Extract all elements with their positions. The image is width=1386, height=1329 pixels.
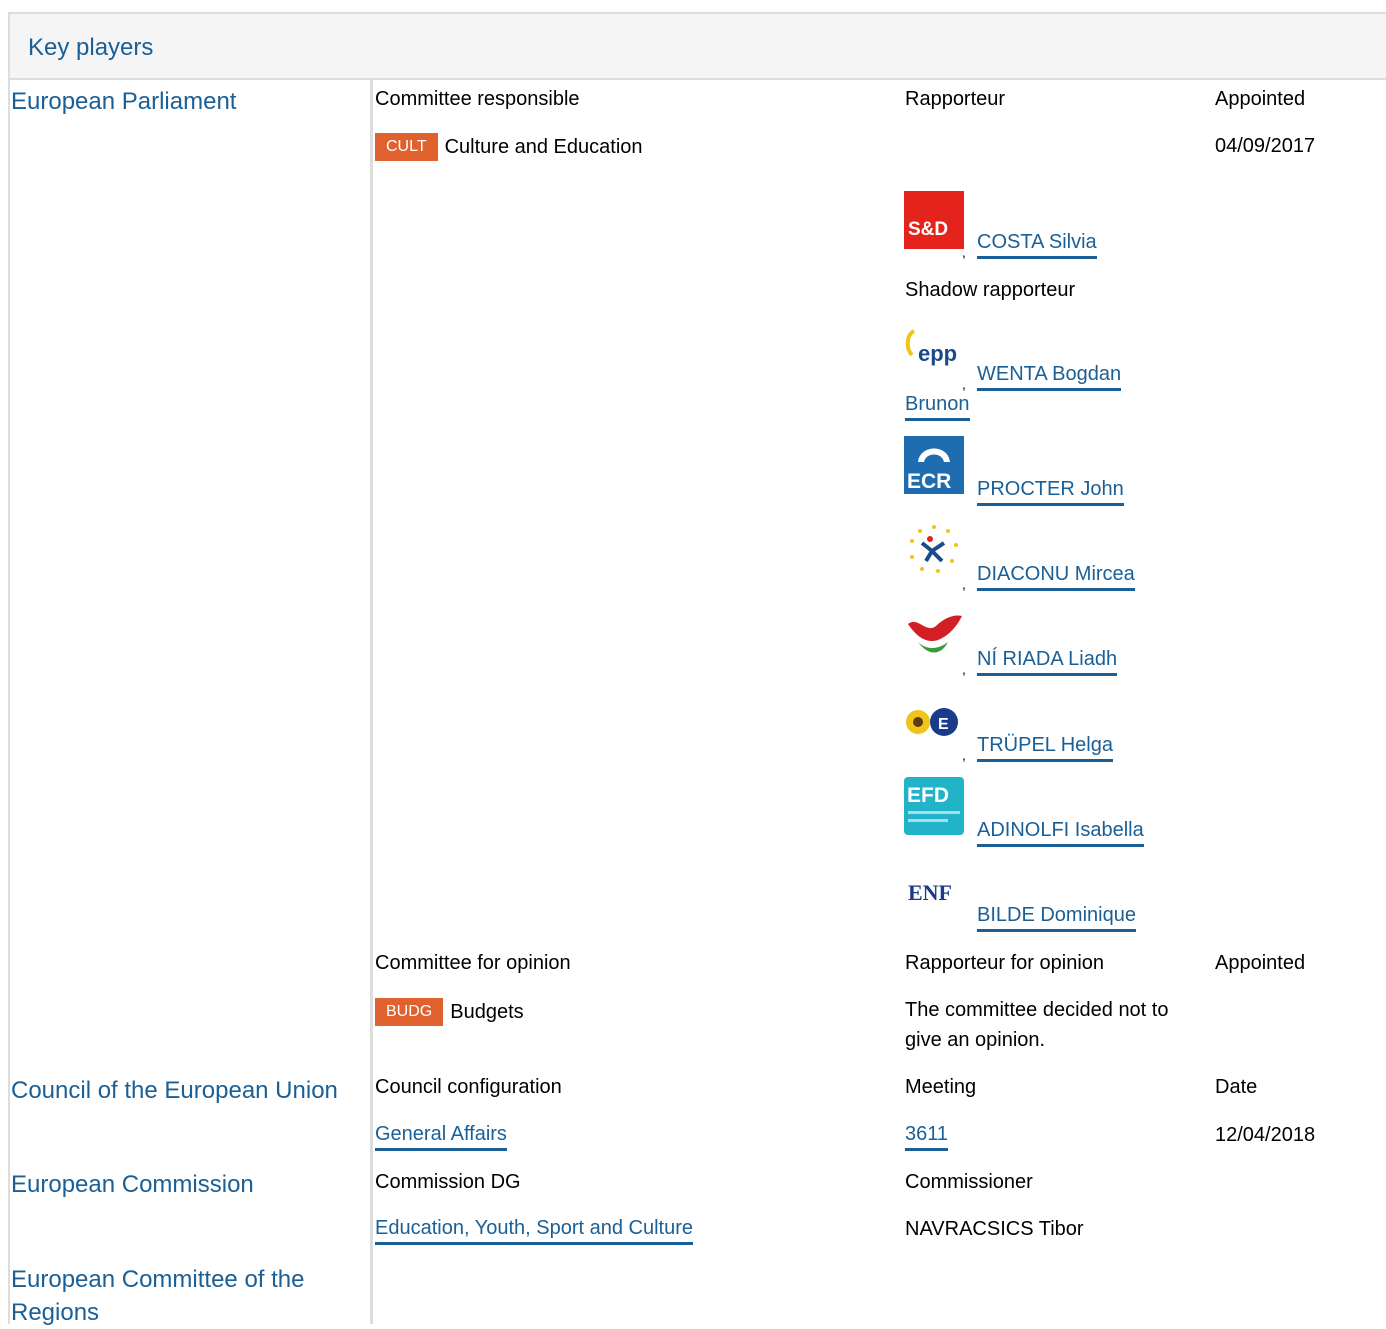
org-regions-line2: Regions xyxy=(11,1299,100,1326)
shadow-link-bilde[interactable]: BILDE Dominique xyxy=(977,902,1136,932)
appointed-label: Appointed xyxy=(1215,88,1306,110)
date-label: Date xyxy=(1215,1076,1258,1098)
separator: , xyxy=(962,576,966,592)
org-council: Council of the European Union xyxy=(11,1077,338,1104)
org-european-parliament: European Parliament xyxy=(11,88,237,115)
committee-responsible-label: Committee responsible xyxy=(375,88,580,110)
key-players-header: Key players xyxy=(8,12,1386,80)
svg-text:E: E xyxy=(938,716,949,733)
council-config-link[interactable]: General Affairs xyxy=(375,1121,507,1151)
council-date: 12/04/2018 xyxy=(1215,1124,1316,1146)
opinion-committee-name: Budgets xyxy=(450,1001,524,1023)
separator: , xyxy=(962,661,966,677)
committee-cult: CULT Culture and Education xyxy=(375,132,643,162)
commissioner-name: NAVRACSICS Tibor xyxy=(905,1218,1084,1240)
panel-title: Key players xyxy=(28,34,154,61)
council-config-label: Council configuration xyxy=(375,1076,562,1098)
separator: , xyxy=(962,244,966,260)
top-spacer xyxy=(0,0,1386,12)
commissioner-label: Commissioner xyxy=(905,1171,1033,1193)
separator: , xyxy=(962,376,966,392)
separator: , xyxy=(962,747,966,763)
committee-appointed-date: 04/09/2017 xyxy=(1215,135,1316,157)
opinion-note-line1: The committee decided not to xyxy=(905,999,1169,1021)
ecr-party-logo-icon: ECR xyxy=(904,436,964,494)
org-regions-line1: European Committee of the xyxy=(11,1266,305,1293)
rapporteur-label: Rapporteur xyxy=(905,88,1006,110)
committee-code-badge: CULT xyxy=(375,133,438,161)
shadow-link-ni-riada[interactable]: NÍ RIADA Liadh xyxy=(977,646,1118,676)
shadow-link-procter[interactable]: PROCTER John xyxy=(977,476,1124,506)
alde-party-logo-icon xyxy=(904,521,964,579)
opinion-note-line2: give an opinion. xyxy=(905,1029,1046,1051)
svg-text:ECR: ECR xyxy=(907,470,951,493)
enf-party-logo-icon: ENF xyxy=(904,862,964,920)
gue-party-logo-icon xyxy=(904,606,964,664)
commission-dg-link[interactable]: Education, Youth, Sport and Culture xyxy=(375,1215,694,1245)
commission-dg-label: Commission DG xyxy=(375,1171,521,1193)
opinion-committee-code-badge: BUDG xyxy=(375,998,444,1026)
svg-text:ENF: ENF xyxy=(908,880,952,905)
shadow-link-diaconu[interactable]: DIACONU Mircea xyxy=(977,561,1135,591)
column-divider xyxy=(370,80,373,1324)
greens-party-logo-icon: E xyxy=(904,692,964,750)
committee-budg: BUDG Budgets xyxy=(375,997,524,1027)
committee-name: Culture and Education xyxy=(444,136,643,158)
meeting-link[interactable]: 3611 xyxy=(905,1121,949,1151)
opinion-appointed-label: Appointed xyxy=(1215,952,1306,974)
epp-party-logo-icon: epp xyxy=(904,323,964,381)
shadow-link-wenta-line2[interactable]: Brunon xyxy=(905,391,970,421)
org-commission: European Commission xyxy=(11,1171,254,1198)
shadow-link-trupel[interactable]: TRÜPEL Helga xyxy=(977,732,1113,762)
rapporteur-link-costa[interactable]: COSTA Silvia xyxy=(977,229,1097,259)
svg-text:EFD: EFD xyxy=(907,784,949,807)
svg-text:epp: epp xyxy=(918,341,957,366)
efd-party-logo-icon: EFD xyxy=(904,777,964,835)
shadow-link-adinolfi[interactable]: ADINOLFI Isabella xyxy=(977,817,1144,847)
committee-opinion-label: Committee for opinion xyxy=(375,952,571,974)
meeting-label: Meeting xyxy=(905,1076,977,1098)
shadow-rapporteur-label: Shadow rapporteur xyxy=(905,279,1076,301)
sd-party-logo-icon: S&D xyxy=(904,191,964,249)
rapporteur-opinion-label: Rapporteur for opinion xyxy=(905,952,1105,974)
left-border xyxy=(8,80,10,1324)
shadow-link-wenta[interactable]: WENTA Bogdan xyxy=(977,361,1122,391)
